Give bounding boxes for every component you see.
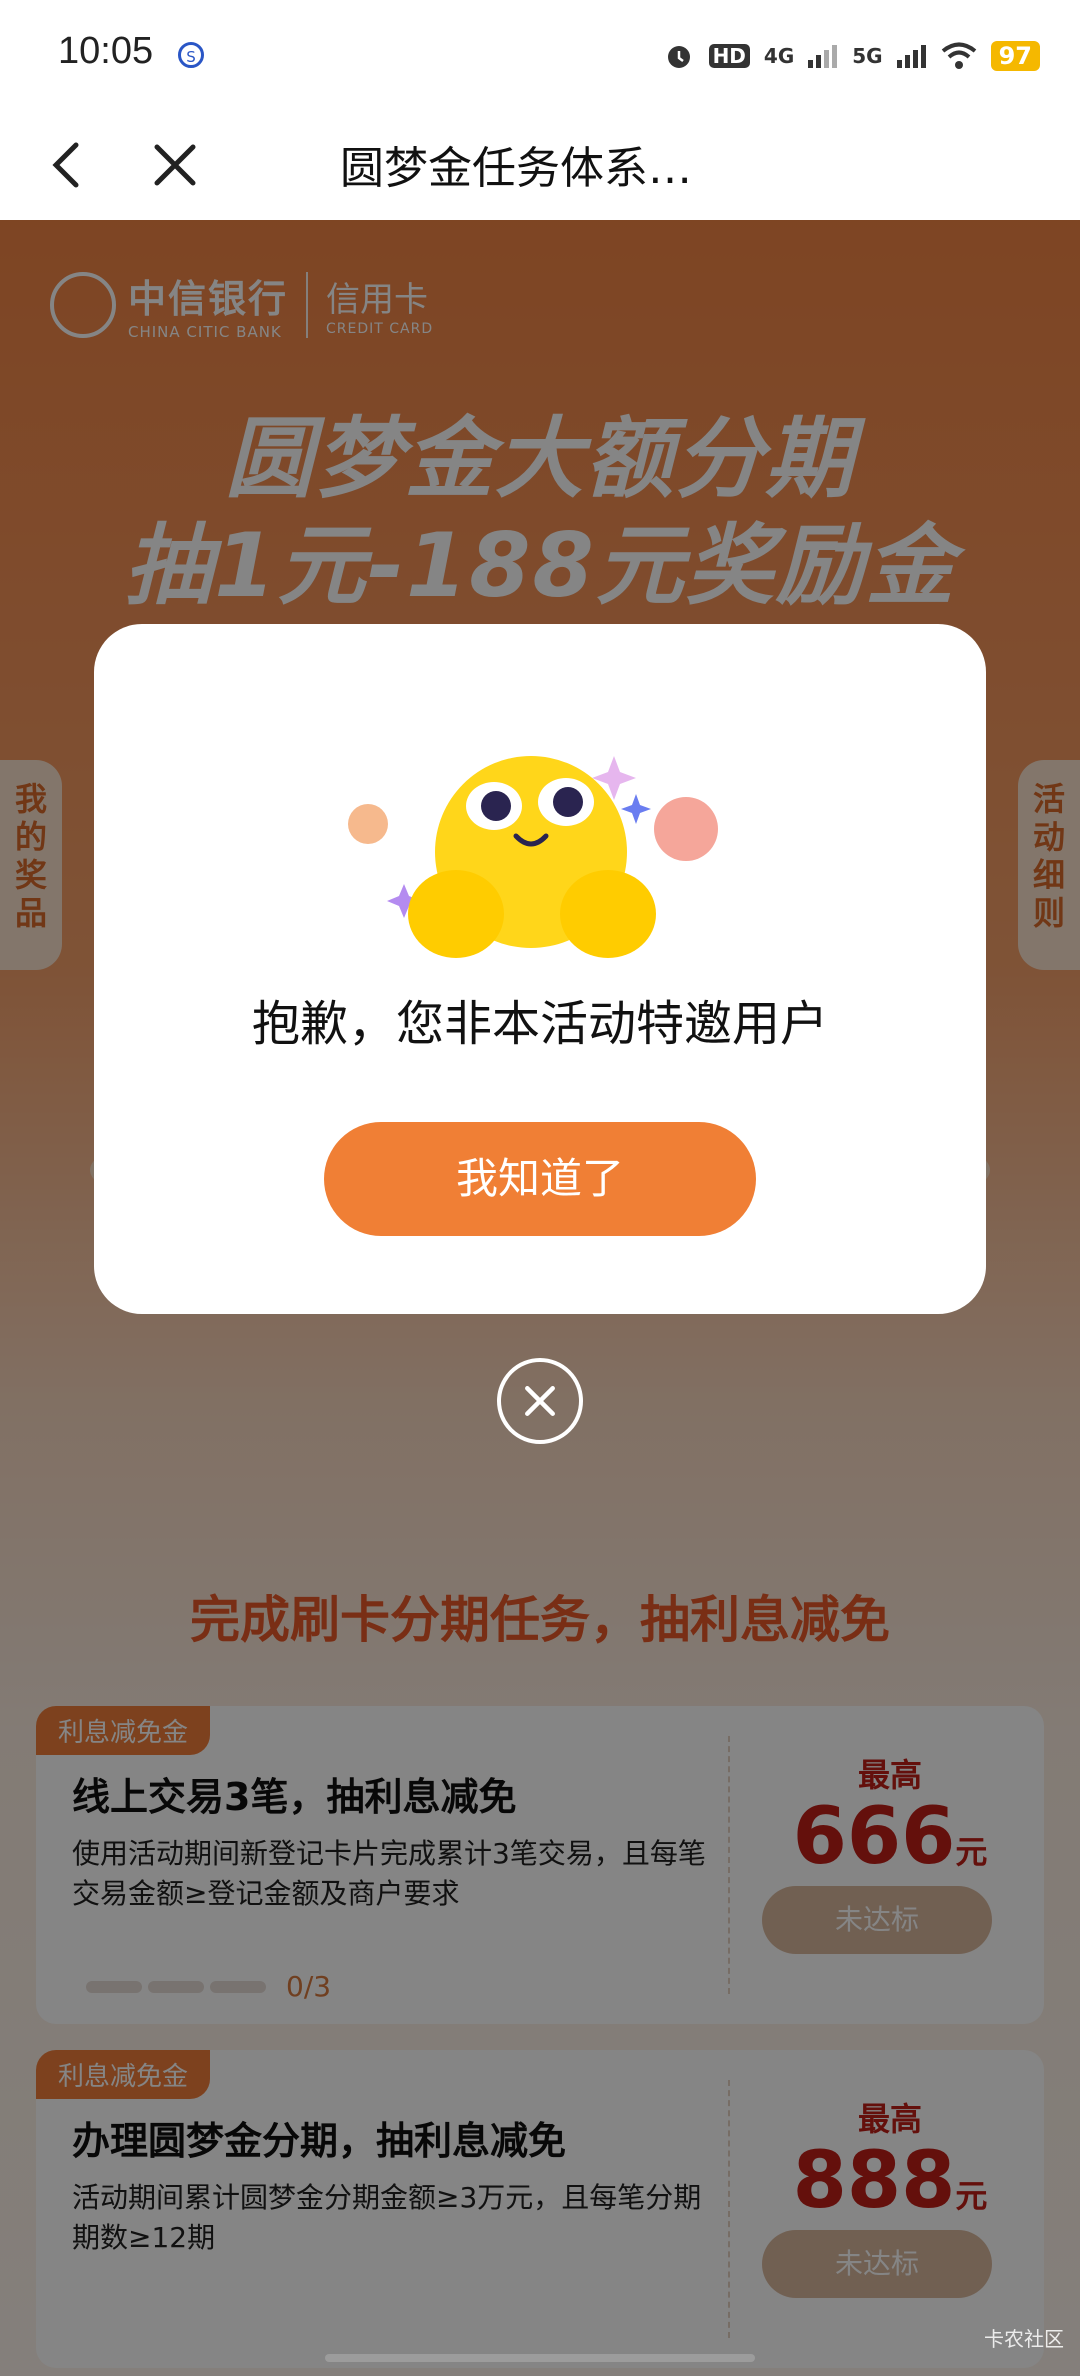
close-dialog-icon[interactable] [497,1358,583,1444]
nav-bar: 圆梦金任务体系… [0,110,1080,220]
smiley-emoji-icon [348,756,718,958]
home-indicator[interactable] [325,2354,755,2362]
page-title: 圆梦金任务体系… [340,143,692,194]
5g-signal-icon: 5G [852,44,883,68]
notice-dialog: 抱歉，您非本活动特邀用户 我知道了 [94,624,986,1314]
watermark: 卡农社区 [984,2327,1064,2351]
4g-signal-icon: 4G [763,44,795,68]
network-service-icon: S [178,42,204,68]
battery-indicator: 97 [990,41,1040,71]
alarm-icon [667,46,690,68]
back-arrow-icon[interactable] [40,135,100,195]
hd-icon: HD [708,44,750,68]
acknowledge-button[interactable]: 我知道了 [324,1122,756,1236]
signal-bars-icon [808,45,838,68]
status-bar: 10:05 S HD 4G 5G 97 [0,0,1080,110]
status-icons: HD 4G 5G 97 [663,36,1040,76]
dialog-message: 抱歉，您非本活动特邀用户 [251,996,828,1052]
close-icon[interactable] [145,135,205,195]
signal-bars-5g-icon [896,45,926,68]
status-time: 10:05 [58,30,154,72]
wifi-icon [941,42,976,69]
